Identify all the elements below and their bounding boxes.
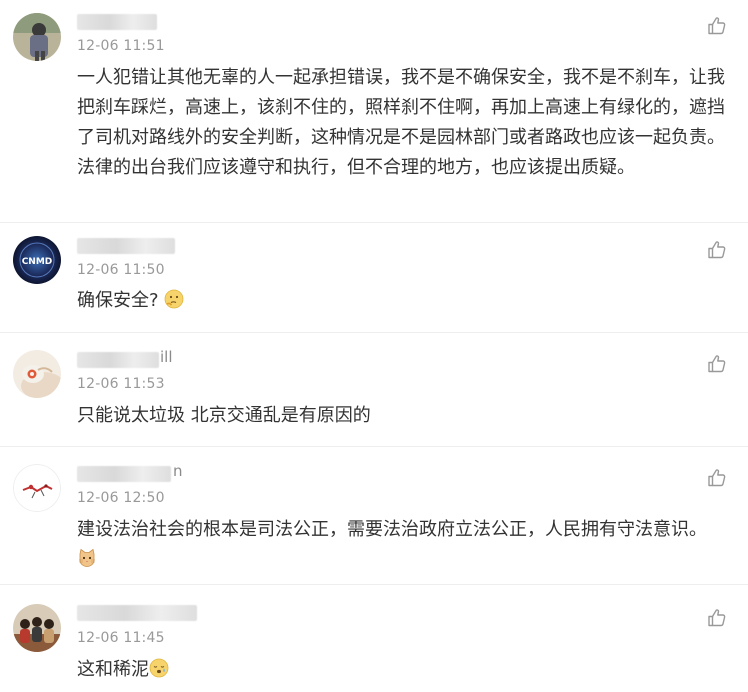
username-blurred[interactable] [77,605,197,621]
thumbs-up-icon [708,241,726,259]
divider [0,222,748,223]
comment-text: 只能说太垃圾 北京交通乱是有原因的 [77,405,371,426]
comment-time: 12-06 12:50 [77,490,165,506]
username-blurred[interactable] [77,238,175,254]
thinking-face-emoji [164,289,184,309]
avatar[interactable]: CNMD [13,236,61,284]
like-button[interactable] [707,240,727,260]
comment-time: 12-06 11:53 [77,376,165,392]
comment-time: 12-06 11:50 [77,262,165,278]
comment-time: 12-06 11:45 [77,630,165,646]
cat-face-emoji [79,548,95,567]
comment-text: 一人犯错让其他无辜的人一起承担错误，我不是不确保安全，我不是不刹车，让我把刹车踩… [77,67,725,178]
sleepy-face-emoji [149,658,169,678]
comment-text-body: 确保安全? [77,290,159,311]
thumbs-up-icon [708,17,726,35]
avatar[interactable] [13,604,61,652]
like-button[interactable] [707,608,727,628]
username-blurred[interactable] [77,352,159,368]
thumbs-up-icon [708,469,726,487]
thumbs-up-icon [708,355,726,373]
username-blurred[interactable] [77,14,157,30]
comment-text-body: 建设法治社会的根本是司法公正，需要法治政府立法公正，人民拥有守法意识。 [77,519,707,540]
thumbs-up-icon [708,609,726,627]
comment-text: 这和稀泥 [77,655,727,685]
comment-text-body: 这和稀泥 [77,659,149,680]
username-blurred[interactable] [77,466,171,482]
avatar[interactable] [13,350,61,398]
like-button[interactable] [707,468,727,488]
avatar-text: CNMD [22,257,53,267]
avatar[interactable] [13,464,61,512]
divider [0,584,748,585]
divider [0,446,748,447]
avatar[interactable] [13,13,61,61]
comment-text: 建设法治社会的根本是司法公正，需要法治政府立法公正，人民拥有守法意识。 [77,515,727,575]
comment-text: 确保安全? [77,286,727,316]
username-suffix: n [173,462,183,480]
like-button[interactable] [707,354,727,374]
comment-time: 12-06 11:51 [77,38,165,54]
username-suffix: ill [160,348,173,366]
divider [0,332,748,333]
like-button[interactable] [707,16,727,36]
